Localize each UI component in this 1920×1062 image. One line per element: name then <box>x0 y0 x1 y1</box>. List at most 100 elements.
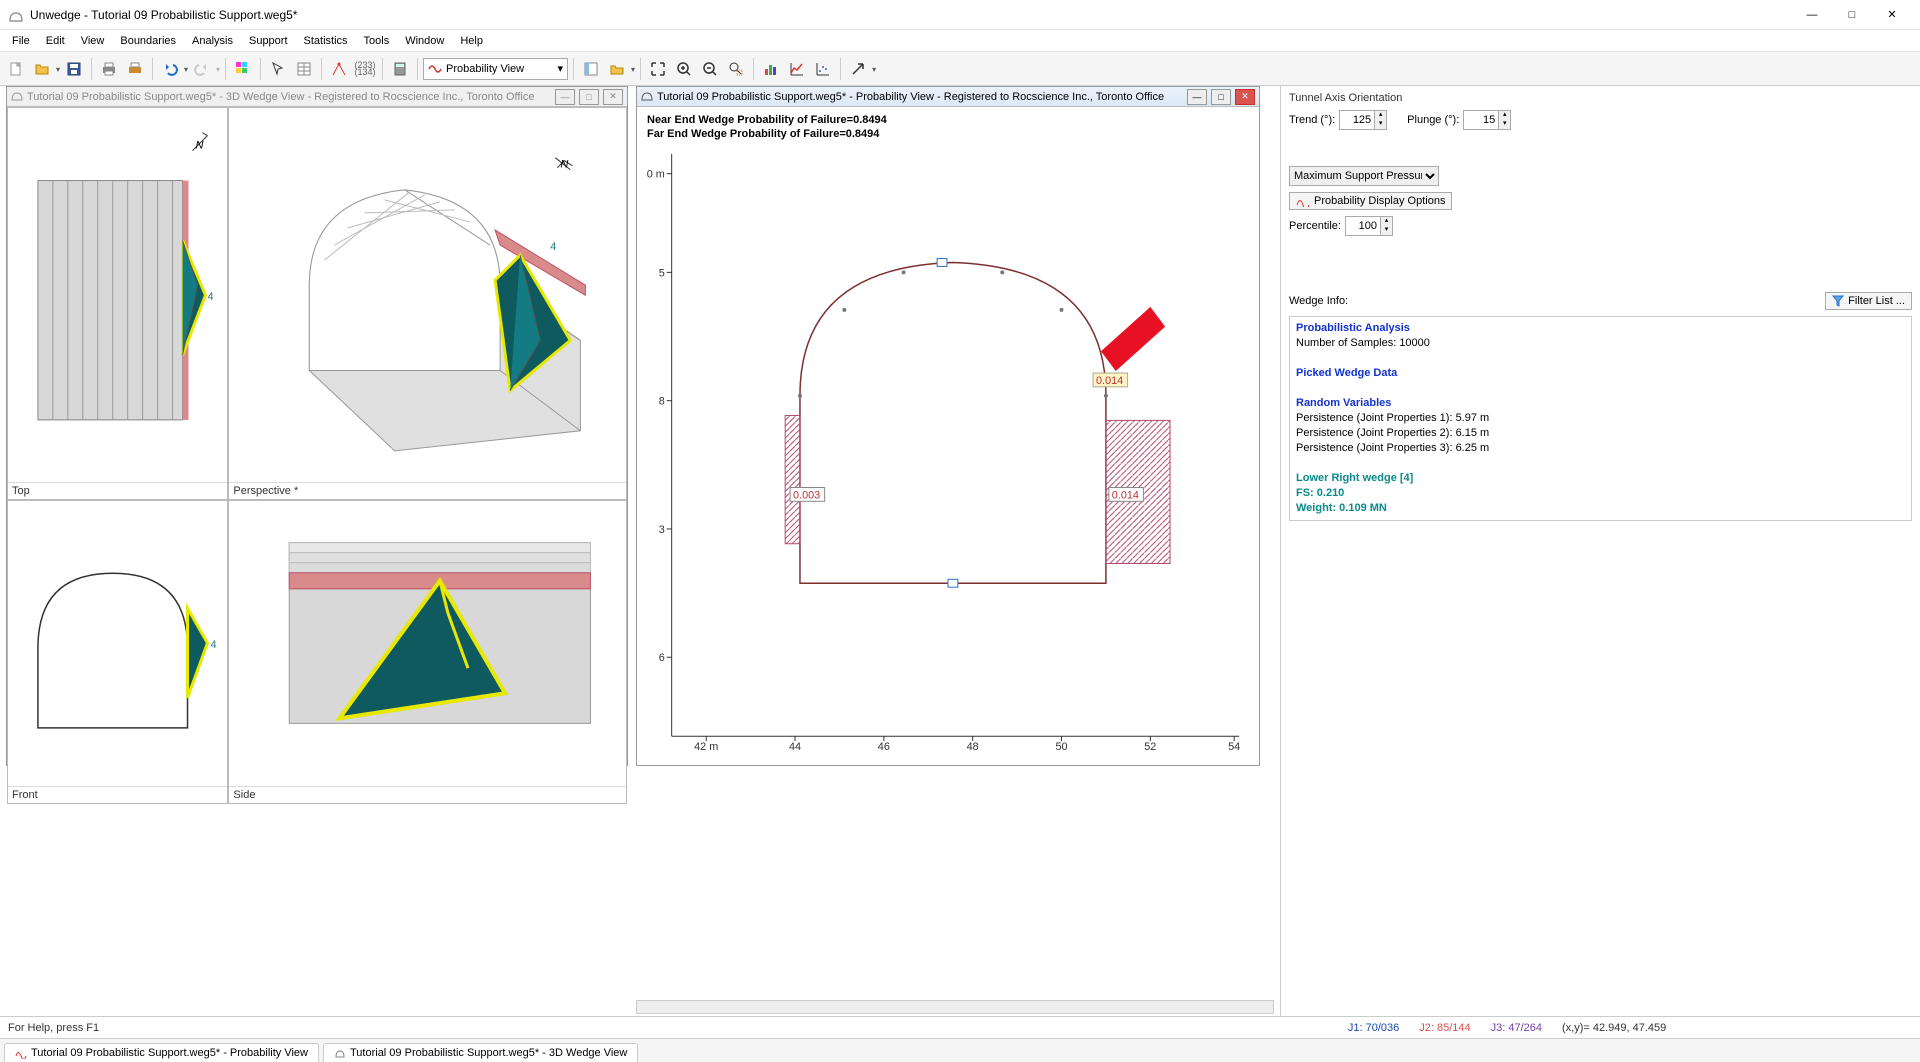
info-samples: Number of Samples: 10000 <box>1296 336 1905 351</box>
panel-left-button[interactable] <box>579 57 603 81</box>
plunge-input[interactable] <box>1464 111 1498 129</box>
mdi-max-prob[interactable]: □ <box>1211 89 1231 105</box>
trend-spinner[interactable]: ▴▾ <box>1339 110 1387 130</box>
sidebar: Tunnel Axis Orientation Trend (°): ▴▾ Pl… <box>1280 86 1920 1016</box>
svg-text:4: 4 <box>551 241 557 253</box>
view-side[interactable]: Side <box>228 500 627 803</box>
doc-icon <box>11 89 23 104</box>
save-button[interactable] <box>62 57 86 81</box>
up-icon[interactable]: ▴ <box>1380 217 1392 226</box>
menu-boundaries[interactable]: Boundaries <box>112 32 184 50</box>
trend-label: Trend (°): <box>1289 114 1335 126</box>
close-button[interactable]: ✕ <box>1872 0 1912 30</box>
plunge-spinner[interactable]: ▴▾ <box>1463 110 1511 130</box>
down-icon[interactable]: ▾ <box>1498 120 1510 129</box>
horizontal-scrollbar[interactable] <box>636 1000 1274 1014</box>
menu-view[interactable]: View <box>73 32 113 50</box>
menubar: File Edit View Boundaries Analysis Suppo… <box>0 30 1920 52</box>
mdi-close-3d[interactable]: ✕ <box>603 89 623 105</box>
print-preview-button[interactable] <box>123 57 147 81</box>
menu-statistics[interactable]: Statistics <box>296 32 356 50</box>
app-title: Unwedge - Tutorial 09 Probabilistic Supp… <box>30 8 1792 22</box>
status-j2: J2: 85/144 <box>1419 1022 1470 1034</box>
titlebar: Unwedge - Tutorial 09 Probabilistic Supp… <box>0 0 1920 30</box>
plunge-label: Plunge (°): <box>1407 114 1459 126</box>
redo-button[interactable] <box>190 57 214 81</box>
view-select[interactable]: Probability View ▾ <box>423 58 568 80</box>
filter-list-button[interactable]: Filter List ... <box>1825 292 1912 310</box>
info-wedge-name: Lower Right wedge [4] <box>1296 471 1905 486</box>
menu-tools[interactable]: Tools <box>356 32 398 50</box>
menu-file[interactable]: File <box>4 32 38 50</box>
redo-dropdown-icon[interactable] <box>216 63 220 75</box>
view-perspective[interactable]: N <box>228 107 627 500</box>
open-file-button[interactable] <box>30 57 54 81</box>
undo-dropdown-icon[interactable] <box>184 63 188 75</box>
info-wedge-fs: FS: 0.210 <box>1296 486 1905 501</box>
tab-probability[interactable]: Tutorial 09 Probabilistic Support.weg5* … <box>4 1043 319 1062</box>
menu-edit[interactable]: Edit <box>38 32 73 50</box>
panel-dropdown-icon[interactable] <box>631 63 635 75</box>
down-icon[interactable]: ▾ <box>1374 120 1386 129</box>
tabbar: Tutorial 09 Probabilistic Support.weg5* … <box>0 1038 1920 1062</box>
arrow-button[interactable] <box>846 57 870 81</box>
menu-analysis[interactable]: Analysis <box>184 32 241 50</box>
svg-text:4: 4 <box>210 640 216 652</box>
angle-button[interactable] <box>327 57 351 81</box>
svg-text:50: 50 <box>1055 741 1067 753</box>
calculator-button[interactable] <box>388 57 412 81</box>
probability-plot[interactable]: 42 m 44 46 48 50 52 54 0 m <box>647 141 1249 759</box>
zoom-extents-button[interactable] <box>646 57 670 81</box>
new-file-button[interactable] <box>4 57 28 81</box>
mdi-min-prob[interactable]: — <box>1187 89 1207 105</box>
filter-icon <box>1832 295 1844 307</box>
mdi-min-3d[interactable]: — <box>555 89 575 105</box>
chevron-down-icon: ▾ <box>558 62 564 75</box>
svg-text:0.014: 0.014 <box>1096 375 1123 387</box>
view-top[interactable]: N 4 Top <box>7 107 228 500</box>
fraction-button[interactable]: (233)(134) <box>353 57 377 81</box>
menu-help[interactable]: Help <box>452 32 491 50</box>
wedge-info-panel: Probabilistic Analysis Number of Samples… <box>1289 316 1912 521</box>
up-icon[interactable]: ▴ <box>1498 111 1510 120</box>
up-icon[interactable]: ▴ <box>1374 111 1386 120</box>
arrow-dropdown-icon[interactable] <box>872 63 876 75</box>
svg-text:0.014: 0.014 <box>1112 489 1139 501</box>
mdi-titlebar-prob[interactable]: Tutorial 09 Probabilistic Support.weg5* … <box>637 87 1259 107</box>
cursor-button[interactable] <box>266 57 290 81</box>
bar-chart-button[interactable] <box>759 57 783 81</box>
minimize-button[interactable]: — <box>1792 0 1832 30</box>
down-icon[interactable]: ▾ <box>1380 226 1392 235</box>
zoom-out-button[interactable] <box>698 57 722 81</box>
mdi-window-3d: Tutorial 09 Probabilistic Support.weg5* … <box>6 86 628 766</box>
grid-button[interactable] <box>231 57 255 81</box>
menu-support[interactable]: Support <box>241 32 296 50</box>
zoom-in-button[interactable] <box>672 57 696 81</box>
percentile-spinner[interactable]: ▴▾ <box>1345 216 1393 236</box>
view-front-label: Front <box>8 786 227 803</box>
table-button[interactable] <box>292 57 316 81</box>
print-button[interactable] <box>97 57 121 81</box>
maximize-button[interactable]: □ <box>1832 0 1872 30</box>
percentile-input[interactable] <box>1346 217 1380 235</box>
svg-text:8: 8 <box>659 396 665 408</box>
tab-3d[interactable]: Tutorial 09 Probabilistic Support.weg5* … <box>323 1043 638 1062</box>
menu-window[interactable]: Window <box>397 32 452 50</box>
mdi-max-3d[interactable]: □ <box>579 89 599 105</box>
view-front[interactable]: 4 Front <box>7 500 228 803</box>
info-wedge-weight: Weight: 0.109 MN <box>1296 501 1905 516</box>
open-dropdown-icon[interactable] <box>56 63 60 75</box>
undo-button[interactable] <box>158 57 182 81</box>
prob-display-options-button[interactable]: Probability Display Options <box>1289 192 1452 210</box>
scatter-button[interactable] <box>811 57 835 81</box>
trend-input[interactable] <box>1340 111 1374 129</box>
line-chart-button[interactable] <box>785 57 809 81</box>
svg-text:52: 52 <box>1144 741 1156 753</box>
panel-folder-button[interactable] <box>605 57 629 81</box>
mdi-close-prob[interactable]: ✕ <box>1235 89 1255 105</box>
tab-probability-label: Tutorial 09 Probabilistic Support.weg5* … <box>31 1047 308 1059</box>
mdi-titlebar-3d[interactable]: Tutorial 09 Probabilistic Support.weg5* … <box>7 87 627 107</box>
pressure-select[interactable]: Maximum Support Pressure <box>1289 166 1439 186</box>
info-persist-2: Persistence (Joint Properties 2): 6.15 m <box>1296 426 1905 441</box>
zoom-window-button[interactable] <box>724 57 748 81</box>
